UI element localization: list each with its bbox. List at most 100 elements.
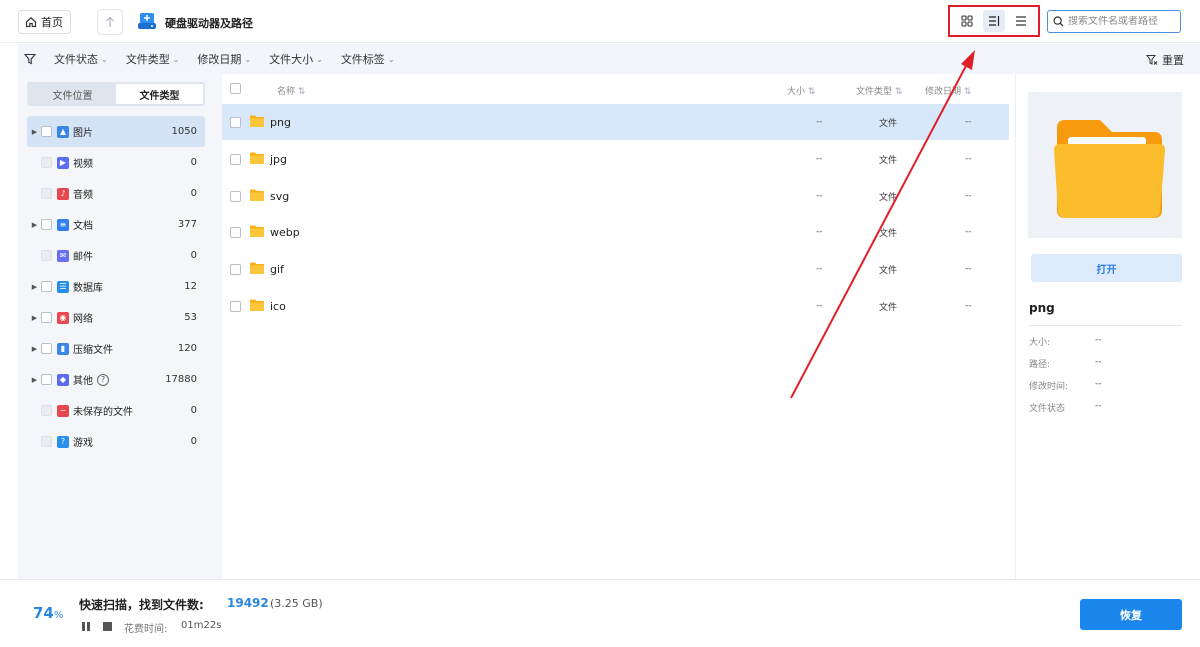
- open-button[interactable]: 打开: [1031, 254, 1182, 282]
- category-checkbox: [41, 157, 52, 168]
- up-directory-button[interactable]: [97, 9, 123, 35]
- percent-sign: %: [53, 610, 64, 621]
- category-checkbox[interactable]: [41, 312, 52, 323]
- network-icon: ◉: [57, 311, 69, 324]
- category-item-mail[interactable]: ✉ 邮件 0: [27, 240, 205, 271]
- category-checkbox[interactable]: [41, 343, 52, 354]
- scan-title: 快速扫描，找到文件数:: [79, 598, 204, 612]
- filter-label: 修改日期: [197, 53, 242, 66]
- header-label: 大小: [787, 87, 806, 97]
- expand-triangle-icon[interactable]: ▶: [30, 221, 39, 229]
- chevron-down-icon: ⌄: [244, 54, 252, 64]
- category-item-images[interactable]: ▶ ▲ 图片 1050: [27, 116, 205, 147]
- expand-triangle-icon[interactable]: ▶: [30, 376, 39, 384]
- detail-label-status: 文件状态: [1029, 404, 1066, 414]
- filter-file-type[interactable]: 文件类型 ⌄: [126, 51, 180, 67]
- filter-file-status[interactable]: 文件状态 ⌄: [54, 51, 108, 67]
- file-date: --: [965, 227, 972, 237]
- list-view-button[interactable]: [1010, 10, 1032, 32]
- tab-file-location[interactable]: 文件位置: [29, 84, 116, 104]
- header-label: 文件类型: [856, 87, 893, 97]
- elapsed-time-label: 花费时间:: [124, 624, 168, 635]
- file-name: webp: [270, 225, 300, 239]
- recover-button[interactable]: 恢复: [1080, 599, 1182, 630]
- table-row[interactable]: ico -- 文件 --: [222, 288, 1009, 324]
- folder-icon: [250, 262, 264, 274]
- category-item-documents[interactable]: ▶ ≡ 文档 377: [27, 209, 205, 240]
- table-row[interactable]: jpg -- 文件 --: [222, 141, 1009, 177]
- stop-button[interactable]: [103, 622, 112, 631]
- folder-icon: [250, 225, 264, 237]
- table-row[interactable]: webp -- 文件 --: [222, 214, 1009, 250]
- image-icon: ▲: [57, 125, 69, 138]
- table-header: 名称 ⇅ 大小 ⇅ 文件类型 ⇅ 修改日期 ⇅: [222, 74, 1015, 104]
- filter-label: 文件标签: [340, 53, 385, 66]
- filter-file-size[interactable]: 文件大小 ⌄: [269, 51, 323, 67]
- search-input[interactable]: [1068, 16, 1178, 27]
- category-label: 文档: [73, 221, 93, 232]
- category-label: 数据库: [73, 283, 103, 294]
- table-row[interactable]: svg -- 文件 --: [222, 178, 1009, 214]
- elapsed-time-value: 01m22s: [181, 620, 222, 631]
- category-item-audio[interactable]: ♪ 音频 0: [27, 178, 205, 209]
- detail-label-path: 路径:: [1029, 360, 1051, 370]
- detail-view-button[interactable]: [982, 10, 1005, 32]
- row-checkbox[interactable]: [230, 226, 241, 238]
- table-row[interactable]: gif -- 文件 --: [222, 251, 1009, 287]
- sort-icon: ⇅: [297, 87, 306, 97]
- expand-triangle-icon[interactable]: ▶: [30, 128, 39, 136]
- column-header-type[interactable]: 文件类型 ⇅: [856, 84, 902, 97]
- folder-icon: [250, 152, 264, 164]
- detail-value-path: --: [1095, 357, 1102, 367]
- expand-triangle-icon[interactable]: ▶: [30, 345, 39, 353]
- reset-filters-button[interactable]: 重置: [1146, 52, 1184, 68]
- category-checkbox[interactable]: [41, 126, 52, 137]
- header-label: 名称: [277, 87, 296, 97]
- row-checkbox[interactable]: [230, 153, 241, 165]
- tab-file-type[interactable]: 文件类型: [116, 84, 203, 104]
- category-count: 377: [177, 219, 197, 230]
- column-header-name[interactable]: 名称 ⇅: [277, 84, 305, 97]
- search-box: [1047, 10, 1181, 33]
- row-checkbox[interactable]: [230, 300, 241, 312]
- row-checkbox[interactable]: [230, 190, 241, 202]
- category-item-video[interactable]: ▶ 视频 0: [27, 147, 205, 178]
- file-type: 文件: [879, 228, 898, 239]
- pause-button[interactable]: [82, 622, 91, 631]
- expand-triangle-icon[interactable]: ▶: [30, 314, 39, 322]
- category-item-other[interactable]: ▶ ◆ 其他 ? 17880: [27, 364, 205, 395]
- filter-icon[interactable]: [24, 52, 38, 66]
- category-sidebar: 文件位置 文件类型 ▶ ▲ 图片 1050 ▶ 视频 0 ♪ 音频 0 ▶ ≡: [18, 74, 222, 579]
- expand-triangle-icon[interactable]: ▶: [30, 283, 39, 291]
- category-checkbox[interactable]: [41, 281, 52, 292]
- folder-icon: [250, 115, 264, 127]
- large-folder-icon: [1054, 120, 1166, 218]
- clear-filter-icon: [1146, 55, 1158, 65]
- filter-modified-date[interactable]: 修改日期 ⌄: [197, 51, 251, 67]
- select-all-checkbox[interactable]: [230, 83, 241, 94]
- home-button[interactable]: 首页: [18, 10, 71, 34]
- category-count: 17880: [165, 374, 197, 385]
- chevron-down-icon: ⌄: [101, 54, 108, 64]
- help-icon[interactable]: ?: [97, 373, 109, 386]
- row-checkbox[interactable]: [230, 263, 241, 275]
- sidebar-tab-switcher: 文件位置 文件类型: [27, 82, 205, 106]
- category-checkbox[interactable]: [41, 374, 52, 385]
- detail-label-modified: 修改时间:: [1029, 382, 1069, 392]
- column-header-size[interactable]: 大小 ⇅: [787, 84, 815, 97]
- file-name: gif: [270, 262, 284, 276]
- category-item-unsaved[interactable]: − 未保存的文件 0: [27, 395, 205, 426]
- category-checkbox[interactable]: [41, 219, 52, 230]
- column-header-date[interactable]: 修改日期 ⇅: [925, 84, 971, 97]
- category-item-archives[interactable]: ▶ ▮ 压缩文件 120: [27, 333, 205, 364]
- file-date: --: [965, 301, 972, 311]
- filter-file-tag[interactable]: 文件标签 ⌄: [341, 51, 395, 67]
- grid-view-button[interactable]: [956, 10, 978, 32]
- detail-label-size: 大小:: [1029, 338, 1051, 348]
- table-row[interactable]: png -- 文件 --: [222, 104, 1009, 140]
- file-name: ico: [270, 299, 286, 313]
- category-item-games[interactable]: ? 游戏 0: [27, 426, 205, 457]
- category-item-database[interactable]: ▶ ☰ 数据库 12: [27, 271, 205, 302]
- category-item-network[interactable]: ▶ ◉ 网络 53: [27, 302, 205, 333]
- row-checkbox[interactable]: [230, 116, 241, 128]
